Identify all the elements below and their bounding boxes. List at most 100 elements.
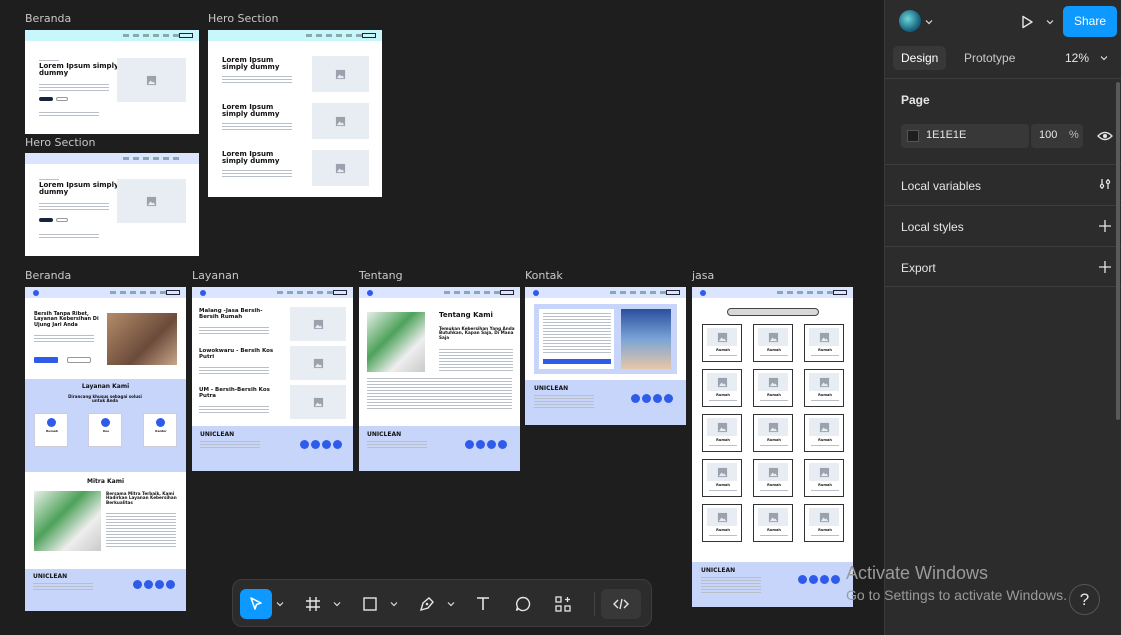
- image-placeholder: [758, 373, 788, 391]
- actions-tool-icon[interactable]: [547, 589, 579, 619]
- service-card-title: Rumah: [716, 483, 730, 487]
- frame-label-jasa[interactable]: jasa: [692, 269, 714, 282]
- service-card[interactable]: Rumah: [753, 504, 793, 542]
- local-styles-section[interactable]: Local styles: [885, 205, 1121, 246]
- frame-label-beranda-top[interactable]: Beranda: [25, 12, 71, 25]
- move-tool-icon[interactable]: [240, 589, 272, 619]
- service-card[interactable]: Rumah: [702, 459, 742, 497]
- comment-tool-icon[interactable]: [507, 589, 539, 619]
- rectangle-tool-icon[interactable]: [354, 589, 386, 619]
- image-placeholder: [707, 463, 737, 481]
- frame-label-hero-section-top[interactable]: Hero Section: [208, 12, 278, 25]
- service-card-title: Rumah: [818, 528, 832, 532]
- image-placeholder: [809, 373, 839, 391]
- frame-hero-section-mid[interactable]: Lorem Ipsum simply dummy: [25, 153, 199, 256]
- image-placeholder: [758, 328, 788, 346]
- page-section: Page 1E1E1E 100 %: [885, 78, 1121, 164]
- image-placeholder: [758, 508, 788, 526]
- image-placeholder: [117, 58, 186, 102]
- service-card-title: Rumah: [767, 438, 781, 442]
- chevron-down-icon[interactable]: [1046, 18, 1054, 26]
- page-color-field[interactable]: 1E1E1E: [901, 124, 1029, 148]
- service-card[interactable]: Rumah: [753, 414, 793, 452]
- service-card-title: Rumah: [767, 348, 781, 352]
- image-placeholder: [809, 463, 839, 481]
- frame-jasa[interactable]: Rumah Rumah Rumah Rumah Rumah Rumah Rumah Rumah…: [692, 287, 853, 607]
- image-placeholder: [758, 418, 788, 436]
- service-card[interactable]: Rumah: [702, 369, 742, 407]
- local-variables-label: Local variables: [901, 179, 982, 193]
- frame-label-beranda[interactable]: Beranda: [25, 269, 71, 282]
- service-card[interactable]: Rumah: [804, 414, 844, 452]
- service-card[interactable]: Rumah: [804, 459, 844, 497]
- service-card[interactable]: Rumah: [702, 504, 742, 542]
- dev-mode-icon[interactable]: [601, 589, 641, 619]
- chevron-down-icon[interactable]: [447, 600, 455, 608]
- properties-panel: Share Design Prototype 12% Page 1E1E1E 1…: [884, 0, 1121, 635]
- service-card[interactable]: Rumah: [804, 324, 844, 362]
- image-placeholder: [707, 373, 737, 391]
- add-export-icon[interactable]: [1098, 260, 1112, 274]
- service-card[interactable]: Rumah: [702, 414, 742, 452]
- local-variables-section[interactable]: Local variables: [885, 164, 1121, 205]
- image-placeholder: [707, 418, 737, 436]
- frame-hero-section-top[interactable]: Lorem Ipsum simply dummy Lorem Ipsum sim…: [208, 30, 382, 197]
- service-card-title: Rumah: [716, 438, 730, 442]
- design-canvas[interactable]: Beranda Hero Section Hero Section Lorem …: [0, 0, 884, 635]
- frame-tool-icon[interactable]: [297, 589, 329, 619]
- service-card-title: Rumah: [818, 438, 832, 442]
- play-icon[interactable]: [1019, 14, 1035, 30]
- section-title-page: Page: [901, 93, 930, 107]
- tab-prototype[interactable]: Prototype: [956, 46, 1023, 70]
- export-label: Export: [901, 261, 936, 275]
- export-section[interactable]: Export: [885, 246, 1121, 287]
- service-card[interactable]: Rumah: [804, 369, 844, 407]
- service-card[interactable]: Rumah: [753, 459, 793, 497]
- image-placeholder: [707, 328, 737, 346]
- frame-beranda-top[interactable]: Lorem Ipsum simply dummy: [25, 30, 199, 134]
- panel-scrollbar[interactable]: [1116, 82, 1120, 420]
- service-card-title: Rumah: [767, 393, 781, 397]
- image-placeholder: [707, 508, 737, 526]
- share-button[interactable]: Share: [1063, 6, 1117, 37]
- frame-label-tentang[interactable]: Tentang: [359, 269, 403, 282]
- service-card-title: Rumah: [716, 393, 730, 397]
- zoom-level[interactable]: 12%: [1065, 51, 1089, 65]
- frame-beranda[interactable]: Bersih Tanpa Ribet, Layanan Kebersihan D…: [25, 287, 186, 611]
- help-button[interactable]: ?: [1069, 584, 1100, 615]
- chevron-down-icon[interactable]: [390, 600, 398, 608]
- frame-label-kontak[interactable]: Kontak: [525, 269, 563, 282]
- frame-label-hero-section-mid[interactable]: Hero Section: [25, 136, 95, 149]
- frame-layanan[interactable]: Malang -Jasa Bersih-Bersih Rumah Lowokwa…: [192, 287, 353, 471]
- windows-activation-title: Activate Windows: [846, 563, 989, 583]
- service-card-title: Rumah: [767, 528, 781, 532]
- chevron-down-icon[interactable]: [333, 600, 341, 608]
- chevron-down-icon[interactable]: [1100, 54, 1108, 62]
- image-placeholder: [809, 328, 839, 346]
- service-card[interactable]: Rumah: [804, 504, 844, 542]
- service-card-title: Rumah: [716, 528, 730, 532]
- chevron-down-icon[interactable]: [925, 18, 933, 26]
- service-card-title: Rumah: [767, 483, 781, 487]
- frame-label-layanan[interactable]: Layanan: [192, 269, 239, 282]
- tab-design[interactable]: Design: [893, 46, 947, 70]
- variables-icon[interactable]: [1098, 177, 1112, 191]
- add-style-icon[interactable]: [1098, 219, 1112, 233]
- image-placeholder: [809, 508, 839, 526]
- pen-tool-icon[interactable]: [411, 589, 443, 619]
- service-card-title: Rumah: [818, 348, 832, 352]
- frame-kontak[interactable]: UNICLEAN: [525, 287, 686, 425]
- page-opacity-field[interactable]: 100 %: [1031, 124, 1083, 148]
- service-card[interactable]: Rumah: [753, 324, 793, 362]
- service-card-title: Rumah: [818, 393, 832, 397]
- page-color-hex[interactable]: 1E1E1E: [926, 129, 966, 141]
- frame-tentang[interactable]: Tentang Kami Temukan Kebersihan Yang And…: [359, 287, 520, 471]
- chevron-down-icon[interactable]: [276, 600, 284, 608]
- eye-icon[interactable]: [1097, 129, 1113, 143]
- local-styles-label: Local styles: [901, 220, 964, 234]
- hero-title: Lorem Ipsum simply dummy: [39, 62, 119, 78]
- text-tool-icon[interactable]: [467, 589, 499, 619]
- service-card[interactable]: Rumah: [702, 324, 742, 362]
- service-card[interactable]: Rumah: [753, 369, 793, 407]
- avatar[interactable]: [899, 10, 921, 32]
